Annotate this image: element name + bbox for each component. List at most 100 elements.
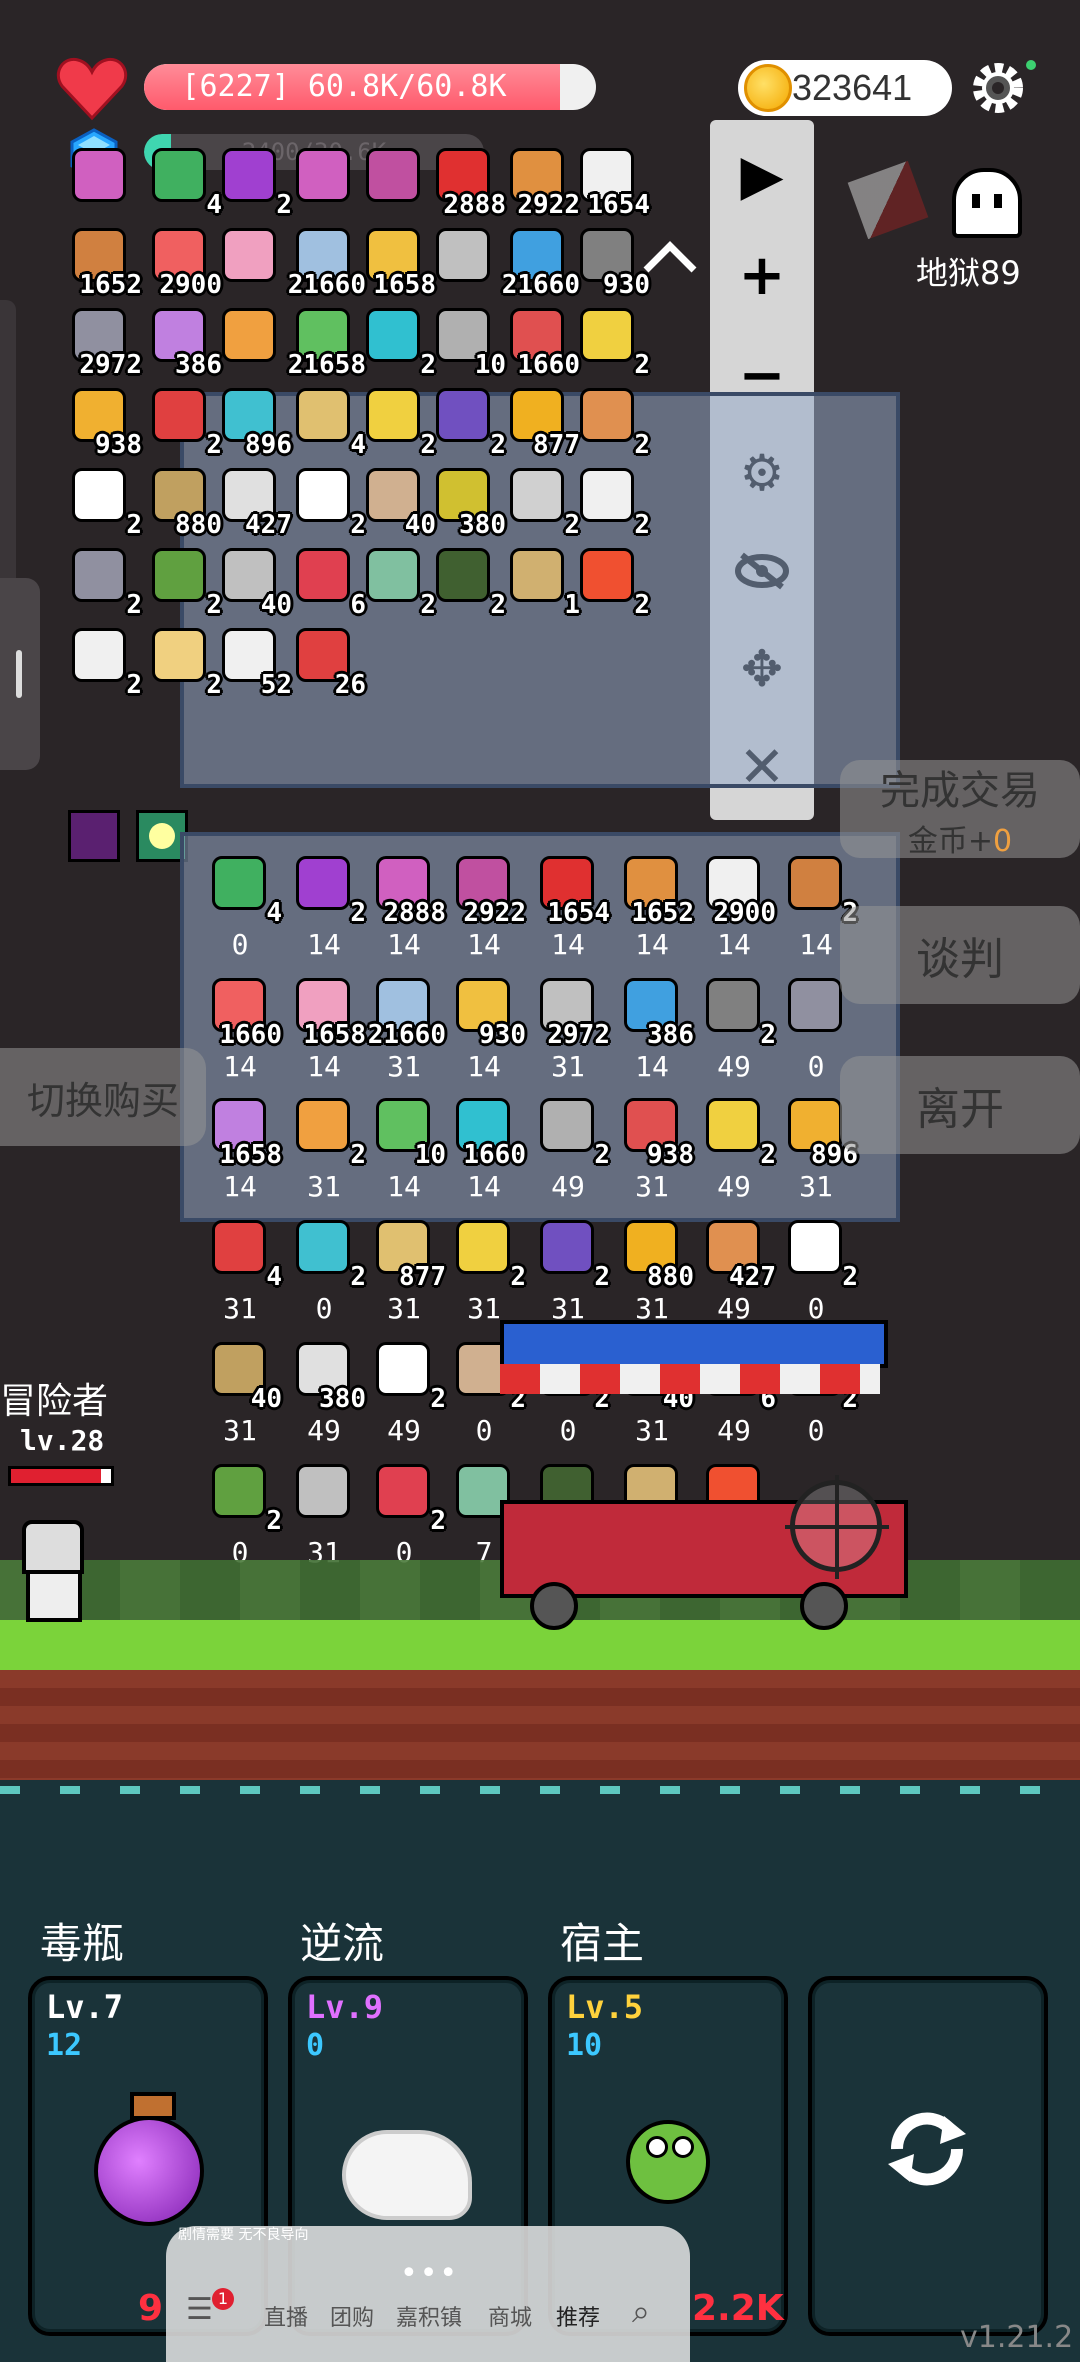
shop-item[interactable]: 2 xyxy=(206,1460,282,1536)
shop-item[interactable]: 2972 xyxy=(534,974,610,1050)
inventory-item[interactable]: 52 xyxy=(216,624,292,700)
shop-item[interactable]: 2 xyxy=(534,1094,610,1170)
inventory-item[interactable]: 4 xyxy=(146,144,222,220)
shop-item[interactable]: 2 xyxy=(450,1216,526,1292)
inventory-item[interactable]: 2 xyxy=(290,464,366,540)
shop-item[interactable]: 2 xyxy=(534,1216,610,1292)
shop-item[interactable]: 4 xyxy=(206,852,282,928)
negotiate-button[interactable]: 谈判 xyxy=(840,906,1080,1004)
inventory-item[interactable]: 930 xyxy=(574,224,650,300)
inventory-item[interactable]: 40 xyxy=(360,464,436,540)
inventory-item[interactable]: 6 xyxy=(290,544,366,620)
shop-item[interactable]: 10 xyxy=(370,1094,446,1170)
inventory-item[interactable]: 1658 xyxy=(360,224,436,300)
menu-icon[interactable]: ☰ xyxy=(186,2292,213,2327)
shop-item[interactable] xyxy=(290,1460,360,1530)
inventory-item[interactable]: 1652 xyxy=(66,224,142,300)
nav-item[interactable]: 团购 xyxy=(330,2300,374,2332)
inventory-item[interactable] xyxy=(66,144,136,214)
inventory-item[interactable]: 2900 xyxy=(146,224,222,300)
inventory-item[interactable]: 2 xyxy=(574,304,650,380)
inventory-item[interactable]: 10 xyxy=(430,304,506,380)
inventory-item[interactable]: 386 xyxy=(146,304,222,380)
inventory-item[interactable] xyxy=(360,144,430,214)
inventory-item[interactable]: 380 xyxy=(430,464,506,540)
inventory-item[interactable]: 2972 xyxy=(66,304,142,380)
shop-item[interactable]: 1658 xyxy=(206,1094,282,1170)
inventory-item[interactable] xyxy=(290,144,360,214)
inventory-item[interactable]: 2 xyxy=(66,624,142,700)
shop-item[interactable]: 930 xyxy=(450,974,526,1050)
shop-item[interactable]: 427 xyxy=(700,1216,776,1292)
shop-item[interactable]: 2900 xyxy=(700,852,776,928)
shop-item[interactable]: 2 xyxy=(290,1094,366,1170)
shop-item[interactable]: 880 xyxy=(618,1216,694,1292)
inventory-item[interactable]: 2 xyxy=(146,544,222,620)
inventory-item[interactable]: 26 xyxy=(290,624,366,700)
inventory-item[interactable]: 427 xyxy=(216,464,292,540)
switch-buy-button[interactable]: 切换购买 xyxy=(0,1048,206,1146)
inventory-item[interactable] xyxy=(216,224,286,294)
plus-icon[interactable]: + xyxy=(710,240,814,310)
nav-item[interactable]: 直播 xyxy=(264,2300,308,2332)
shop-item[interactable]: 1660 xyxy=(450,1094,526,1170)
shop-item[interactable]: 877 xyxy=(370,1216,446,1292)
shop-item[interactable]: 938 xyxy=(618,1094,694,1170)
inventory-item[interactable] xyxy=(430,224,500,294)
shop-item[interactable]: 2 xyxy=(782,852,858,928)
nav-item[interactable]: 嘉积镇 xyxy=(396,2300,462,2332)
inventory-item[interactable]: 2 xyxy=(360,384,436,460)
refresh-skills-button[interactable] xyxy=(808,1976,1048,2336)
shop-item[interactable]: 40 xyxy=(206,1338,282,1414)
leave-button[interactable]: 离开 xyxy=(840,1056,1080,1154)
inventory-item[interactable]: 21660 xyxy=(288,224,366,300)
shop-item[interactable]: 1654 xyxy=(534,852,610,928)
shop-item[interactable]: 2 xyxy=(700,974,776,1050)
shop-item[interactable]: 1652 xyxy=(618,852,694,928)
inventory-item[interactable]: 2 xyxy=(66,544,142,620)
shop-item[interactable]: 2 xyxy=(370,1460,446,1536)
inventory-item[interactable]: 877 xyxy=(504,384,580,460)
shop-item[interactable]: 21660 xyxy=(368,974,446,1050)
inventory-item[interactable]: 938 xyxy=(66,384,142,460)
inventory-item[interactable]: 2 xyxy=(504,464,580,540)
shop-item[interactable]: 2 xyxy=(290,1216,366,1292)
inventory-item[interactable]: 21660 xyxy=(502,224,580,300)
inventory-item[interactable]: 896 xyxy=(216,384,292,460)
complete-trade-button[interactable]: 完成交易 金币+0 xyxy=(840,760,1080,859)
shop-item[interactable]: 2 xyxy=(290,852,366,928)
inventory-item[interactable]: 2 xyxy=(146,624,222,700)
shop-item[interactable]: 2 xyxy=(370,1338,446,1414)
inventory-item[interactable]: 2 xyxy=(574,384,650,460)
mini-app-overlay[interactable] xyxy=(166,2226,690,2362)
inventory-item[interactable]: 1654 xyxy=(574,144,650,220)
nav-item[interactable]: 商城 xyxy=(488,2300,532,2332)
inventory-item[interactable]: 2922 xyxy=(504,144,580,220)
search-icon[interactable]: ⌕ xyxy=(632,2292,650,2331)
crosshair-icon[interactable] xyxy=(785,1475,889,1579)
inventory-item[interactable]: 2 xyxy=(360,544,436,620)
inventory-item[interactable]: 1 xyxy=(504,544,580,620)
shop-item[interactable]: 386 xyxy=(618,974,694,1050)
inventory-item[interactable]: 2 xyxy=(574,464,650,540)
inventory-item[interactable]: 2888 xyxy=(430,144,506,220)
play-icon[interactable]: ▶ xyxy=(710,140,814,210)
inventory-item[interactable]: 2 xyxy=(430,544,506,620)
shop-item[interactable]: 2 xyxy=(782,1216,858,1292)
inventory-item[interactable]: 40 xyxy=(216,544,292,620)
edge-handle-2[interactable] xyxy=(0,578,40,770)
shop-item[interactable]: 2922 xyxy=(450,852,526,928)
inventory-item[interactable] xyxy=(216,304,286,374)
shop-item[interactable]: 380 xyxy=(290,1338,366,1414)
inventory-item[interactable]: 2 xyxy=(430,384,506,460)
inventory-item[interactable]: 2 xyxy=(146,384,222,460)
shop-item[interactable]: 4 xyxy=(206,1216,282,1292)
shop-item[interactable]: 2 xyxy=(700,1094,776,1170)
settings-gear-icon[interactable] xyxy=(968,58,1028,118)
inventory-item[interactable]: 21658 xyxy=(288,304,366,380)
inventory-item[interactable]: 2 xyxy=(216,144,292,220)
shop-item[interactable]: 1660 xyxy=(206,974,282,1050)
inventory-item[interactable]: 2 xyxy=(360,304,436,380)
nav-item-active[interactable]: 推荐 xyxy=(556,2300,600,2332)
shop-item[interactable]: 2888 xyxy=(370,852,446,928)
